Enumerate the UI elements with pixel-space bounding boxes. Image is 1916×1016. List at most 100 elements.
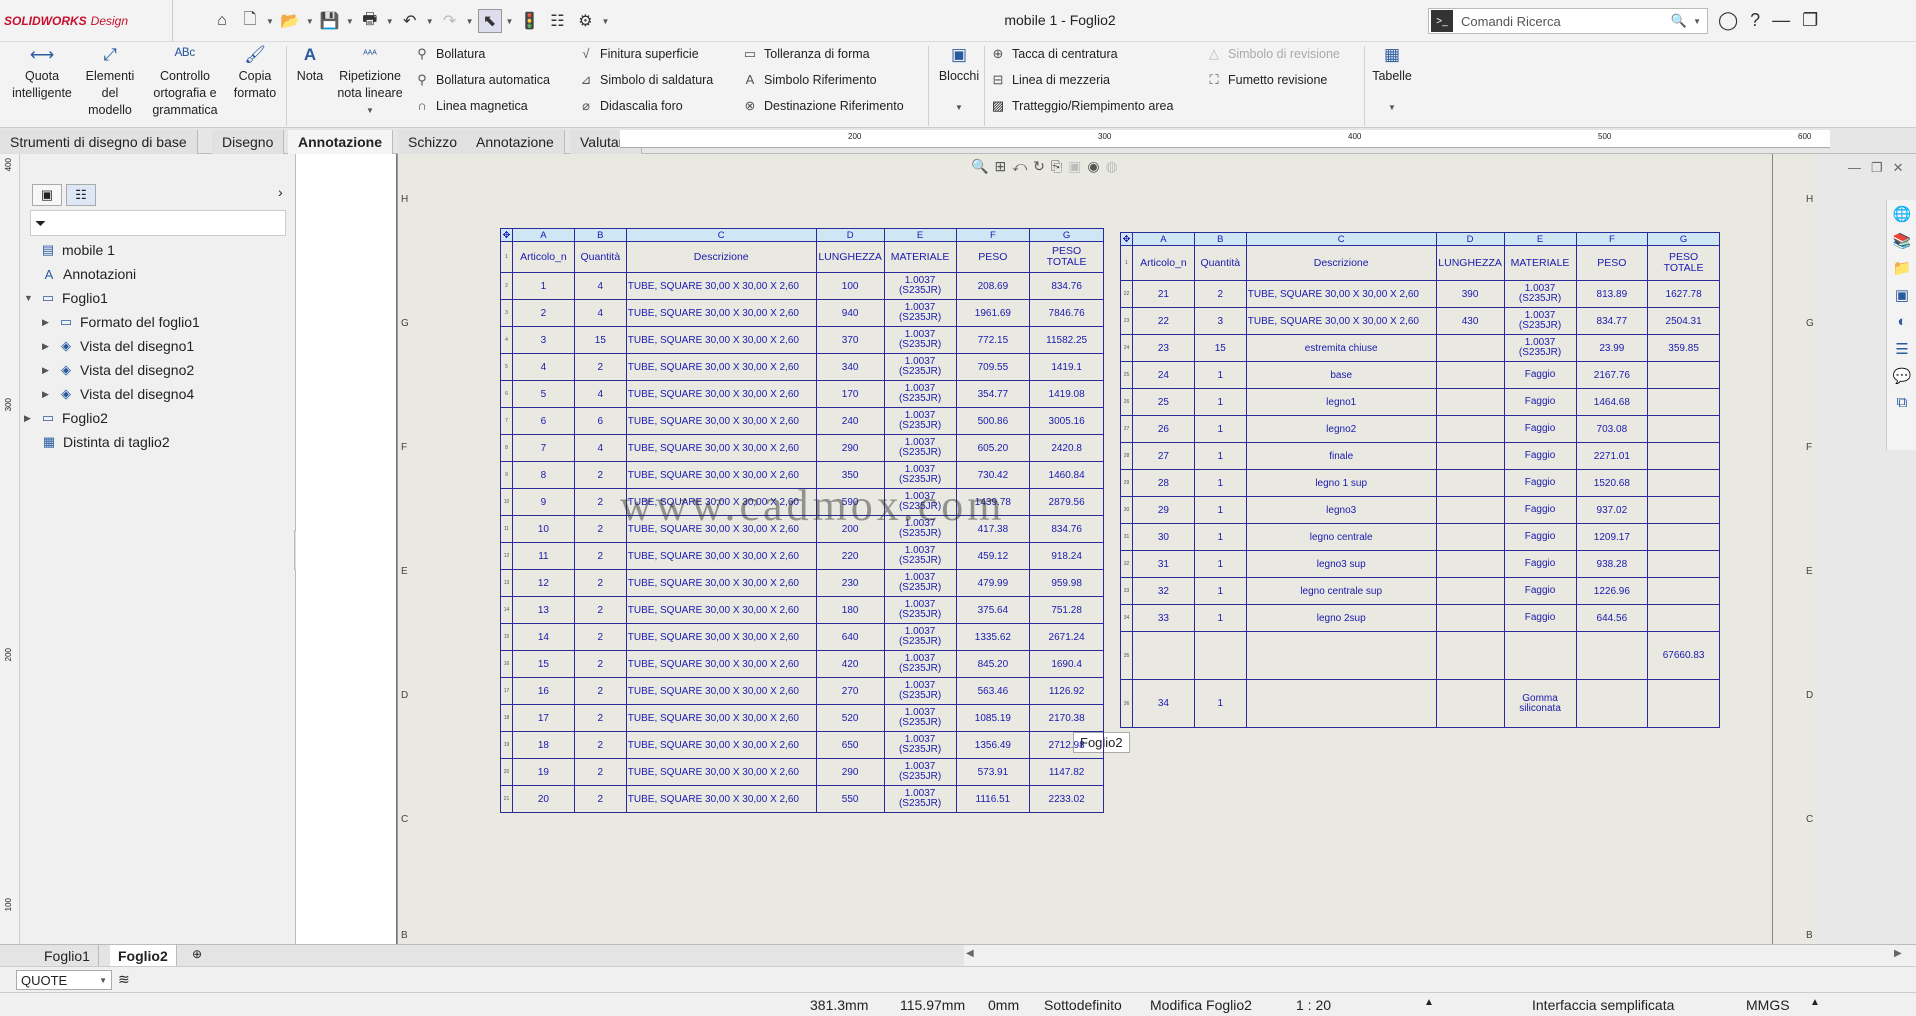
forum-icon[interactable]: 💬 <box>1891 367 1913 389</box>
table-row[interactable]: 25 24 1 base Faggio 2167.76 <box>1120 361 1720 389</box>
table-cell[interactable]: 1209.17 <box>1575 523 1649 551</box>
table-cell[interactable]: TUBE, SQUARE 30,00 X 30,00 X 2,60 <box>625 596 817 624</box>
table-cell[interactable]: 2 <box>573 623 627 651</box>
table-cell[interactable]: Faggio <box>1503 577 1577 605</box>
table-cell[interactable]: 359.85 <box>1647 334 1720 362</box>
table-cell[interactable]: 1147.82 <box>1029 758 1104 786</box>
table-cell[interactable]: 573.91 <box>955 758 1031 786</box>
table-cell[interactable]: 19 <box>511 758 575 786</box>
table-cell[interactable]: 1.0037 (S235JR) <box>883 650 957 678</box>
table-cell[interactable] <box>1435 361 1505 389</box>
table-cell[interactable]: 30 <box>1131 523 1195 551</box>
table-cell[interactable]: 1 <box>1193 442 1247 470</box>
table-cell[interactable]: 23.99 <box>1575 334 1649 362</box>
expand-arrow-icon[interactable]: ▶ <box>42 341 52 352</box>
table-cell[interactable]: 845.20 <box>955 650 1031 678</box>
table-cell[interactable]: 430 <box>1435 307 1505 335</box>
table-cell[interactable]: TUBE, SQUARE 30,00 X 30,00 X 2,60 <box>625 677 817 705</box>
table-cell[interactable]: estremita chiuse <box>1245 334 1437 362</box>
table-cell[interactable]: 10 <box>511 515 575 543</box>
horizontal-scrollbar[interactable]: ◀ ▶ <box>964 944 1916 966</box>
table-cell[interactable]: 605.20 <box>955 434 1031 462</box>
surface-finish-button[interactable]: √ Finitura superficie <box>578 46 698 61</box>
table-cell[interactable]: TUBE, SQUARE 30,00 X 30,00 X 2,60 <box>625 758 817 786</box>
table-cell[interactable]: 2233.02 <box>1029 785 1104 813</box>
command-search[interactable]: >_ Comandi Ricerca 🔍 ▼ <box>1428 8 1708 34</box>
table-cell[interactable]: legno 1 sup <box>1245 469 1437 497</box>
table-cell[interactable]: 230 <box>815 569 885 597</box>
close-document-icon[interactable]: ✕ <box>1893 160 1904 176</box>
table-cell[interactable] <box>1647 388 1720 416</box>
table-cell[interactable]: 1627.78 <box>1647 280 1720 308</box>
table-cell[interactable]: 479.99 <box>955 569 1031 597</box>
table-cell[interactable]: 1.0037 (S235JR) <box>883 731 957 759</box>
table-cell[interactable]: Faggio <box>1503 469 1577 497</box>
table-cell[interactable]: TUBE, SQUARE 30,00 X 30,00 X 2,60 <box>625 407 817 435</box>
table-cell[interactable]: 23 <box>1131 334 1195 362</box>
cut-list-table-2[interactable]: ✥ A B C D E F G 1 Articolo_n Quantità De… <box>1120 232 1720 728</box>
table-cell[interactable]: 390 <box>1435 280 1505 308</box>
table-cell[interactable]: 11582.25 <box>1029 326 1104 354</box>
table-row[interactable]: 12 11 2 TUBE, SQUARE 30,00 X 30,00 X 2,60 22… <box>500 542 1104 570</box>
table-cell[interactable]: 1.0037 (S235JR) <box>883 380 957 408</box>
blocks-button[interactable]: ▣ Blocchi ▼ <box>934 46 984 116</box>
table-row[interactable]: 15 14 2 TUBE, SQUARE 30,00 X 30,00 X 2,60 64… <box>500 623 1104 651</box>
table-cell[interactable]: 1.0037 (S235JR) <box>883 569 957 597</box>
expand-arrow-icon[interactable]: ▶ <box>24 413 34 424</box>
3d-view-icon[interactable]: ⎘ <box>1051 158 1062 175</box>
table-cell[interactable]: 290 <box>815 434 885 462</box>
undo-icon[interactable]: ↶ <box>398 9 422 33</box>
table-cell[interactable]: 1.0037 (S235JR) <box>883 677 957 705</box>
table-cell[interactable]: 1464.68 <box>1575 388 1649 416</box>
smart-dimension-button[interactable]: ⟷ Quota intelligente <box>10 46 74 102</box>
table-cell[interactable] <box>1435 334 1505 362</box>
solidworks-resources-icon[interactable]: 🌐 <box>1891 205 1913 227</box>
table-cell[interactable]: 22 <box>1131 307 1195 335</box>
magnetic-line-button[interactable]: ∩ Linea magnetica <box>414 98 527 113</box>
table-row[interactable]: 7 6 6 TUBE, SQUARE 30,00 X 30,00 X 2,60 240 1… <box>500 407 1104 435</box>
table-cell[interactable]: 563.46 <box>955 677 1031 705</box>
table-cell[interactable]: 1.0037 (S235JR) <box>883 758 957 786</box>
table-cell[interactable]: 340 <box>815 353 885 381</box>
spell-check-button[interactable]: ᴬᴮᶜ Controllo ortografia e grammatica <box>146 46 224 119</box>
table-cell[interactable]: 1 <box>1193 523 1247 551</box>
tree-item-view4[interactable]: ▶ ◈ Vista del disegno4 <box>42 386 194 402</box>
table-cell[interactable]: 550 <box>815 785 885 813</box>
table-cell[interactable]: 1.0037 (S235JR) <box>883 407 957 435</box>
tab-sketch[interactable]: Schizzo <box>398 130 469 154</box>
table-cell[interactable]: legno 2sup <box>1245 604 1437 632</box>
format-painter-button[interactable]: 🖌 Copia formato <box>228 46 282 102</box>
datum-feature-button[interactable]: A Simbolo Riferimento <box>742 72 877 87</box>
expand-arrow-icon[interactable]: ▶ <box>42 317 52 328</box>
table-cell[interactable]: 28 <box>1131 469 1195 497</box>
tree-item-foglio2[interactable]: ▶ ▭ Foglio2 <box>24 410 108 426</box>
table-move-handle-icon[interactable]: ✥ <box>1120 232 1133 246</box>
sheet-tab-foglio2[interactable]: Foglio2 <box>110 945 177 967</box>
hide-show-items-icon[interactable]: ◉ <box>1087 158 1099 175</box>
table-row[interactable]: 36 34 1 Gomma siliconata <box>1120 679 1720 728</box>
table-cell[interactable]: 2 <box>573 758 627 786</box>
status-scale[interactable]: 1 : 20 <box>1296 997 1331 1013</box>
new-document-icon[interactable]: 🗋 <box>238 9 262 33</box>
table-cell[interactable]: TUBE, SQUARE 30,00 X 30,00 X 2,60 <box>625 704 817 732</box>
weld-symbol-button[interactable]: ⊿ Simbolo di saldatura <box>578 72 714 88</box>
zoom-area-icon[interactable]: ⊞ <box>994 158 1006 175</box>
table-cell[interactable]: 1.0037 (S235JR) <box>883 299 957 327</box>
table-cell[interactable]: 15 <box>511 650 575 678</box>
custom-properties-icon[interactable]: ☰ <box>1891 340 1913 362</box>
save-icon[interactable]: 💾 <box>318 9 342 33</box>
table-cell[interactable]: 2 <box>573 731 627 759</box>
table-cell[interactable]: 5 <box>511 380 575 408</box>
table-cell[interactable]: 2671.24 <box>1029 623 1104 651</box>
table-cell[interactable]: 375.64 <box>955 596 1031 624</box>
table-row[interactable]: 35 67660.83 <box>1120 631 1720 680</box>
table-cell[interactable]: 644.56 <box>1575 604 1649 632</box>
table-cell[interactable]: 1 <box>1193 415 1247 443</box>
table-cell[interactable]: Faggio <box>1503 415 1577 443</box>
table-cell[interactable]: 1.0037 (S235JR) <box>1503 280 1577 308</box>
table-cell[interactable]: 1.0037 (S235JR) <box>883 785 957 813</box>
table-row[interactable]: 6 5 4 TUBE, SQUARE 30,00 X 30,00 X 2,60 170 1… <box>500 380 1104 408</box>
table-cell[interactable]: Faggio <box>1503 361 1577 389</box>
minimize-icon[interactable]: — <box>1772 10 1790 31</box>
table-cell[interactable]: Faggio <box>1503 550 1577 578</box>
